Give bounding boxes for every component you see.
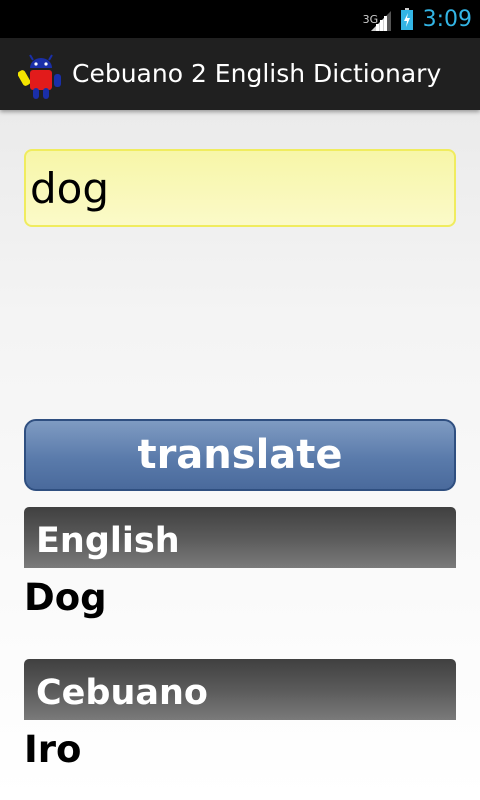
signal-icon: 3G	[362, 7, 393, 31]
cebuano-section-header: Cebuano	[24, 659, 456, 720]
app-title: Cebuano 2 English Dictionary	[72, 59, 442, 88]
english-section-header: English	[24, 507, 456, 568]
search-input[interactable]	[24, 149, 456, 227]
battery-charging-icon	[400, 8, 413, 30]
translate-button[interactable]: translate	[24, 419, 456, 491]
cebuano-result-text: Iro	[24, 728, 82, 771]
network-type-label: 3G	[362, 13, 379, 26]
english-result-text: Dog	[24, 576, 107, 619]
android-robot-icon[interactable]	[18, 50, 64, 100]
status-icons: 3G 3:09	[362, 0, 472, 38]
status-bar: 3G 3:09	[0, 0, 480, 38]
action-bar: Cebuano 2 English Dictionary	[0, 38, 480, 110]
status-clock: 3:09	[422, 6, 472, 32]
